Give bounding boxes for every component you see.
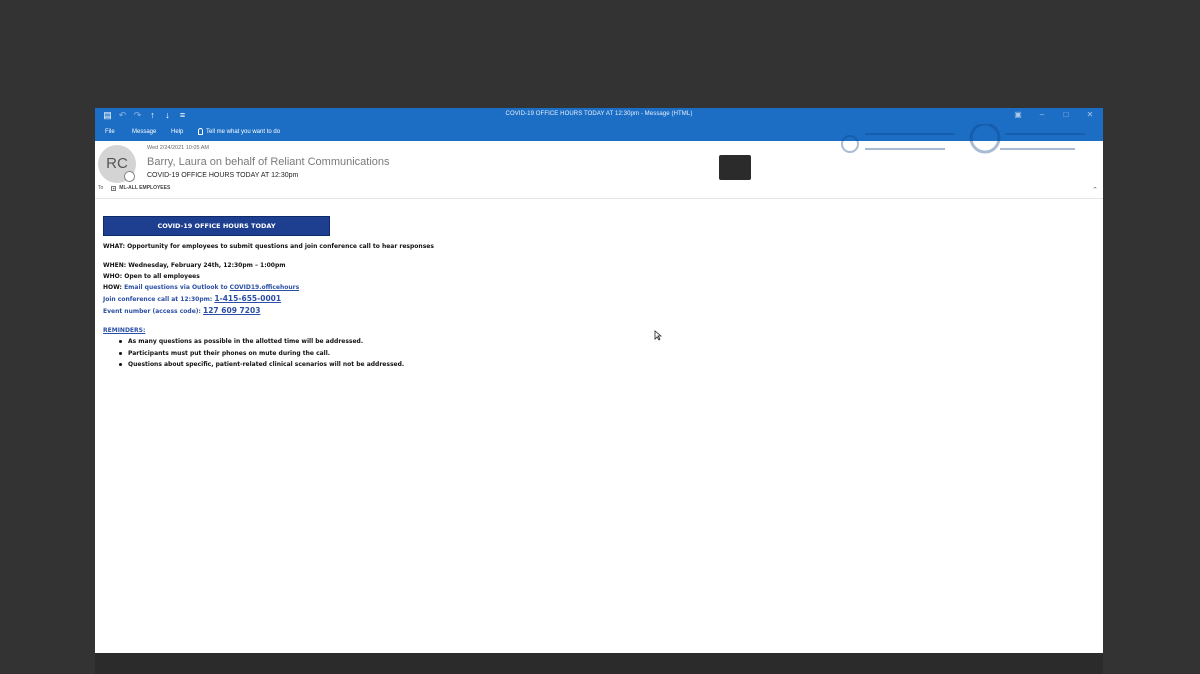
reminders-heading: REMINDERS: bbox=[103, 327, 146, 334]
bullet-icon bbox=[119, 351, 122, 355]
what-line: WHAT: Opportunity for employees to submi… bbox=[103, 243, 434, 250]
to-label: To bbox=[98, 185, 104, 191]
when-line: WHEN: Wednesday, February 24th, 12:30pm … bbox=[103, 262, 286, 269]
expand-group-icon[interactable]: + bbox=[111, 185, 117, 191]
event-line: Event number (access code): 127 609 7203 bbox=[103, 305, 1083, 317]
bullet-icon bbox=[119, 363, 122, 366]
who-line: WHO: Open to all employees bbox=[103, 273, 200, 280]
reminder-text: Questions about specific, patient-relate… bbox=[128, 361, 405, 368]
minimize-icon[interactable]: – bbox=[1037, 110, 1047, 119]
tell-me-search[interactable]: Tell me what you want to do bbox=[198, 128, 280, 135]
close-icon[interactable]: ✕ bbox=[1085, 110, 1095, 119]
tab-message[interactable]: Message bbox=[132, 129, 156, 135]
list-item: Participants must put their phones on mu… bbox=[119, 348, 1083, 360]
list-item: As many questions as possible in the all… bbox=[119, 336, 1083, 348]
message-body: COVID-19 OFFICE HOURS TODAY WHAT: Opport… bbox=[103, 216, 1083, 371]
bottom-strip bbox=[95, 653, 1103, 674]
join-label: Join conference call at 12:30pm: bbox=[103, 296, 213, 303]
presence-indicator-icon bbox=[124, 171, 135, 182]
window-controls: ▣ – □ ✕ bbox=[1013, 110, 1095, 119]
how-line: HOW: Email questions via Outlook to COVI… bbox=[103, 282, 1083, 293]
reminder-text: Participants must put their phones on mu… bbox=[128, 349, 331, 357]
tell-me-label: Tell me what you want to do bbox=[206, 128, 281, 135]
list-item: Questions about specific, patient-relate… bbox=[119, 359, 1083, 371]
ribbon: File Message Help Tell me what you want … bbox=[95, 124, 1103, 154]
collapse-header-icon[interactable]: ⌃ bbox=[1092, 186, 1098, 194]
banner-heading: COVID-19 OFFICE HOURS TODAY bbox=[103, 216, 330, 236]
recipient[interactable]: + ML-ALL EMPLOYEES bbox=[111, 185, 170, 191]
lightbulb-icon bbox=[198, 128, 203, 135]
message-date: Wed 2/24/2021 10:05 AM bbox=[147, 145, 209, 151]
to-row: To + ML-ALL EMPLOYEES bbox=[98, 185, 170, 191]
message-subject: COVID-19 OFFICE HOURS TODAY AT 12:30pm bbox=[147, 172, 299, 179]
how-text: Email questions via Outlook to bbox=[124, 284, 228, 291]
title-bar: ▤ ↶ ↷ ↑ ↓ ≡ COVID-19 OFFICE HOURS TODAY … bbox=[95, 108, 1103, 124]
window-title: COVID-19 OFFICE HOURS TODAY AT 12:30pm -… bbox=[505, 111, 693, 117]
how-link[interactable]: COVID19.officehours bbox=[230, 284, 299, 291]
tab-help[interactable]: Help bbox=[171, 129, 183, 135]
join-line: Join conference call at 12:30pm: 1-415-6… bbox=[103, 293, 1083, 305]
redaction-box bbox=[719, 155, 751, 180]
event-label: Event number (access code): bbox=[103, 308, 201, 315]
reminders-list: As many questions as possible in the all… bbox=[119, 336, 1083, 371]
event-number-link[interactable]: 127 609 7203 bbox=[203, 306, 260, 315]
bullet-icon bbox=[119, 340, 122, 343]
outlook-message-window: ▤ ↶ ↷ ↑ ↓ ≡ COVID-19 OFFICE HOURS TODAY … bbox=[95, 108, 1103, 653]
sender-name[interactable]: Barry, Laura on behalf of Reliant Commun… bbox=[147, 156, 390, 168]
mouse-pointer-icon bbox=[654, 330, 662, 341]
join-number-link[interactable]: 1-415-655-0001 bbox=[214, 294, 281, 303]
message-header: RC Wed 2/24/2021 10:05 AM Barry, Laura o… bbox=[95, 141, 1103, 199]
tab-file[interactable]: File bbox=[105, 129, 115, 135]
recipient-name: ML-ALL EMPLOYEES bbox=[119, 185, 171, 191]
ribbon-display-icon[interactable]: ▣ bbox=[1013, 110, 1023, 119]
maximize-icon[interactable]: □ bbox=[1061, 110, 1071, 119]
reminder-text: As many questions as possible in the all… bbox=[128, 338, 364, 345]
how-label: HOW: bbox=[103, 284, 122, 291]
